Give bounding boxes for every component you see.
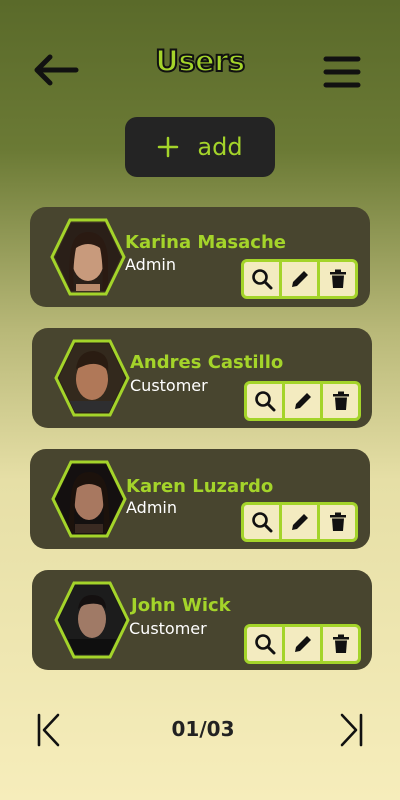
delete-user-button[interactable] [323, 381, 361, 421]
user-card[interactable]: John Wick Customer [32, 570, 372, 670]
last-page-icon [340, 713, 363, 747]
trash-icon [332, 634, 349, 653]
delete-user-button[interactable] [320, 259, 358, 299]
edit-user-button[interactable] [285, 624, 323, 664]
delete-user-button[interactable] [320, 502, 358, 542]
trash-icon [329, 512, 346, 531]
menu-button[interactable] [322, 54, 362, 90]
pencil-icon [294, 393, 311, 409]
row-actions [241, 259, 358, 299]
user-card[interactable]: Karina Masache Admin [30, 207, 370, 307]
add-button-label: add [197, 133, 243, 161]
user-name: Andres Castillo [130, 352, 284, 373]
trash-icon [332, 391, 349, 410]
user-card[interactable]: Karen Luzardo Admin [30, 449, 370, 549]
view-user-button[interactable] [244, 624, 285, 664]
view-user-button[interactable] [241, 259, 282, 299]
pencil-icon [291, 271, 308, 287]
user-avatar [50, 218, 126, 296]
user-avatar [54, 339, 130, 417]
search-icon [254, 391, 275, 412]
delete-user-button[interactable] [323, 624, 361, 664]
user-role: Customer [130, 376, 208, 395]
edit-user-button[interactable] [282, 259, 320, 299]
view-user-button[interactable] [241, 502, 282, 542]
search-icon [254, 634, 275, 655]
user-avatar [54, 581, 130, 659]
user-name: John Wick [131, 595, 231, 616]
add-user-button[interactable]: add [125, 117, 275, 177]
user-card[interactable]: Andres Castillo Customer [32, 328, 372, 428]
hamburger-menu-icon [323, 56, 361, 88]
user-name: Karen Luzardo [126, 476, 274, 497]
row-actions [244, 624, 361, 664]
user-role: Admin [126, 498, 177, 517]
pencil-icon [291, 514, 308, 530]
pencil-icon [294, 636, 311, 652]
user-role: Customer [129, 619, 207, 638]
row-actions [244, 381, 361, 421]
search-icon [251, 269, 272, 290]
view-user-button[interactable] [244, 381, 285, 421]
row-actions [241, 502, 358, 542]
last-page-button[interactable] [336, 712, 366, 748]
edit-user-button[interactable] [282, 502, 320, 542]
search-icon [251, 512, 272, 533]
user-avatar [51, 460, 127, 538]
plus-icon [158, 136, 179, 158]
edit-user-button[interactable] [285, 381, 323, 421]
user-role: Admin [125, 255, 176, 274]
trash-icon [329, 269, 346, 288]
user-name: Karina Masache [125, 232, 286, 253]
